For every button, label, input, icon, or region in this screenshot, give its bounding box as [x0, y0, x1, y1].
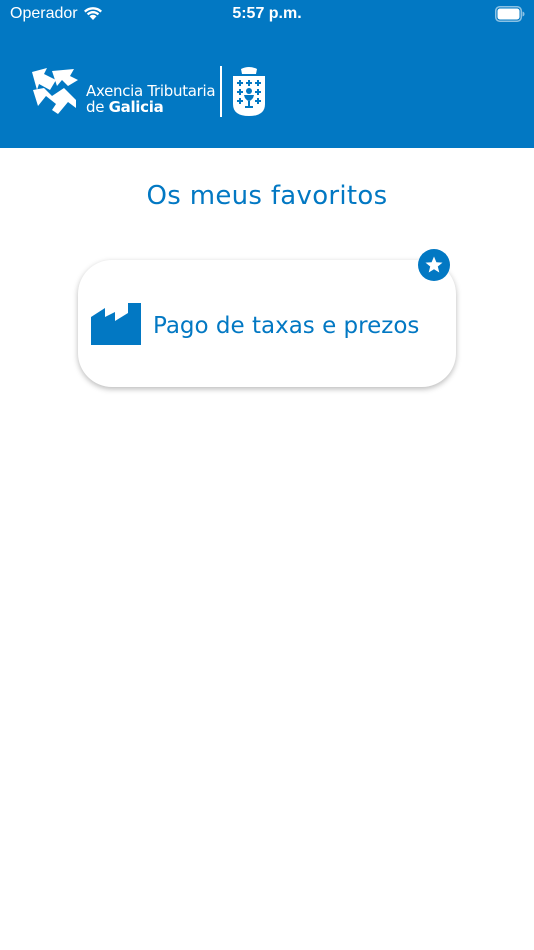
- favorite-card-label: Pago de taxas e prezos: [153, 313, 420, 339]
- logo-line2: de Galicia: [86, 99, 215, 115]
- logo-line2-prefix: de: [86, 98, 109, 116]
- favorite-star-button[interactable]: [418, 249, 450, 281]
- logo-line1: Axencia Tributaria: [86, 82, 216, 100]
- factory-icon: [91, 303, 141, 345]
- status-time: 5:57 p.m.: [232, 5, 302, 22]
- logo-line2-bold: Galicia: [108, 98, 164, 116]
- logo-divider: [220, 66, 222, 117]
- app-header: Operador 5:57 p.m. Axencia Tributaria de…: [0, 0, 534, 148]
- agency-logo: Axencia Tributaria de Galicia: [30, 64, 270, 118]
- battery-icon: [495, 6, 525, 22]
- favorite-card-pago-taxas[interactable]: Pago de taxas e prezos: [78, 260, 456, 387]
- status-bar: Operador 5:57 p.m.: [0, 0, 534, 30]
- page-title: Os meus favoritos: [146, 181, 388, 211]
- logo-text: Axencia Tributaria de Galicia: [86, 82, 216, 115]
- logo-arrows-icon: [32, 68, 78, 114]
- star-icon: [425, 256, 443, 273]
- galicia-coat-of-arms-icon: [233, 67, 265, 116]
